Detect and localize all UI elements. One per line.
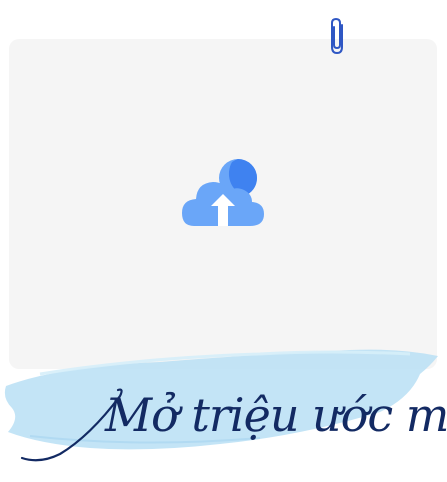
cloud-upload-icon[interactable] xyxy=(180,158,266,228)
slogan-text: Mở triệu ước mơ xyxy=(104,388,447,442)
paperclip-icon[interactable] xyxy=(327,16,349,56)
slogan: Mở triệu ước mơ xyxy=(20,388,447,462)
